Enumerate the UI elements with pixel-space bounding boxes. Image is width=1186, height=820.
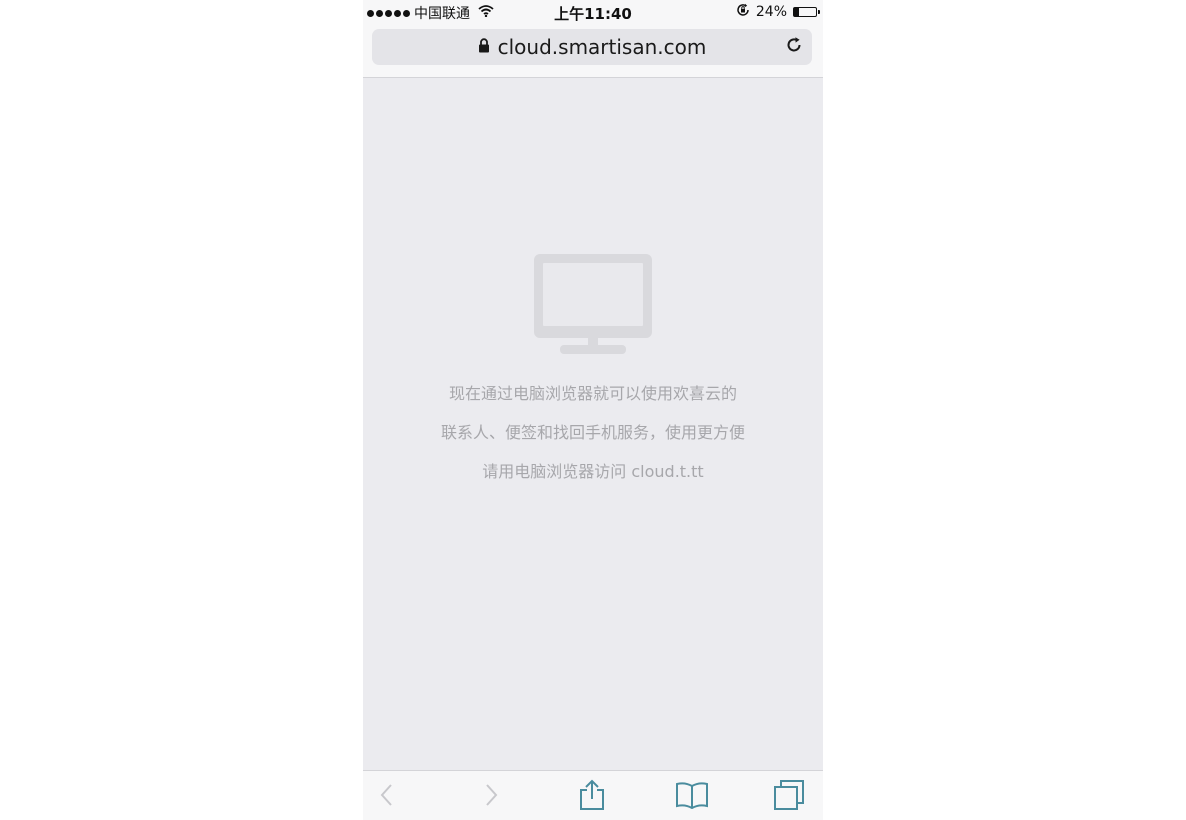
share-icon	[579, 779, 605, 815]
page-content: 现在通过电脑浏览器就可以使用欢喜云的 联系人、便签和找回手机服务，使用更方便 请…	[363, 78, 823, 770]
browser-header: cloud.smartisan.com	[363, 24, 823, 78]
status-right: 24%	[736, 3, 820, 21]
url-text: cloud.smartisan.com	[497, 35, 707, 59]
reload-button[interactable]	[782, 35, 806, 59]
message-line-1: 现在通过电脑浏览器就可以使用欢喜云的	[448, 384, 737, 403]
orientation-lock-icon	[736, 3, 750, 21]
forward-button[interactable]	[475, 781, 507, 813]
status-bar: 中国联通 上午11:40 24%	[363, 0, 823, 24]
share-button[interactable]	[576, 779, 608, 815]
address-bar[interactable]: cloud.smartisan.com	[372, 29, 812, 65]
bookmarks-button[interactable]	[675, 781, 709, 813]
tabs-icon	[773, 779, 805, 815]
forward-icon	[483, 783, 499, 811]
info-message: 现在通过电脑浏览器就可以使用欢喜云的 联系人、便签和找回手机服务，使用更方便 请…	[363, 374, 823, 491]
bookmarks-icon	[675, 781, 709, 813]
monitor-icon	[532, 252, 654, 358]
back-icon	[379, 783, 395, 811]
lock-icon	[478, 37, 490, 57]
tabs-button[interactable]	[773, 779, 805, 815]
phone-screen: 中国联通 上午11:40 24% cloud.smartisan.com 现在通…	[363, 0, 823, 820]
message-line-3: 请用电脑浏览器访问 cloud.t.tt	[482, 462, 704, 481]
battery-percent: 24%	[755, 4, 787, 20]
message-line-2: 联系人、便签和找回手机服务，使用更方便	[440, 423, 745, 442]
address-center: cloud.smartisan.com	[372, 29, 812, 65]
battery-icon	[793, 7, 820, 17]
back-button[interactable]	[371, 781, 403, 813]
battery-fill	[794, 8, 800, 16]
browser-toolbar	[363, 770, 823, 820]
reload-icon	[785, 36, 803, 58]
